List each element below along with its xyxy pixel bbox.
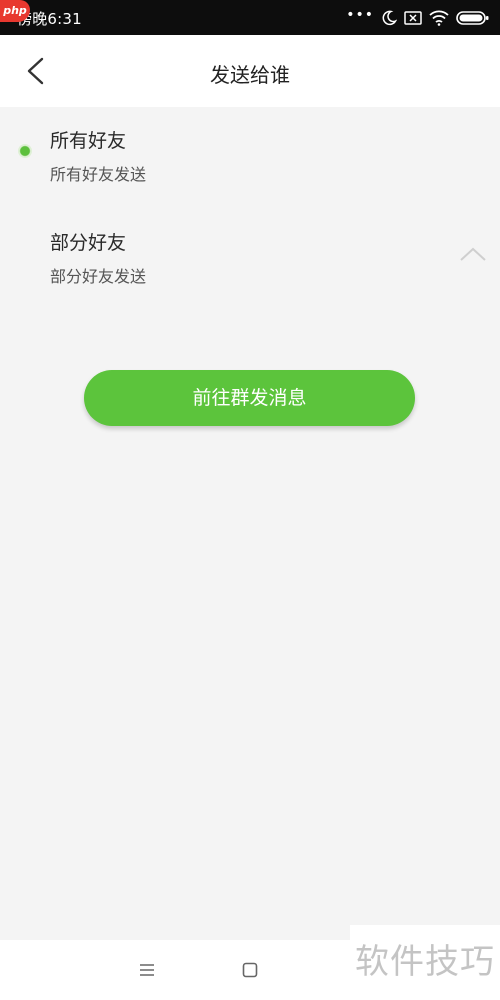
moon-icon: [382, 10, 397, 26]
menu-icon[interactable]: [137, 960, 157, 980]
php-badge: php: [0, 0, 30, 22]
option-some-friends[interactable]: 部分好友 部分好友发送: [0, 212, 500, 308]
option-subtitle: 部分好友发送: [50, 267, 147, 286]
selected-radio-icon: [18, 144, 32, 158]
option-all-friends[interactable]: 所有好友 所有好友发送: [0, 110, 500, 206]
wifi-icon: [429, 10, 449, 26]
go-group-send-button[interactable]: 前往群发消息: [84, 370, 415, 426]
watermark: 软件技巧: [350, 925, 500, 1000]
more-dots-icon: •••: [346, 7, 374, 23]
header: 发送给谁: [0, 35, 500, 107]
sim-icon: [404, 11, 422, 25]
option-subtitle: 所有好友发送: [50, 165, 147, 184]
status-icons: •••: [346, 8, 490, 28]
status-bar: 傍晚6:31 php •••: [0, 0, 500, 35]
home-icon[interactable]: [240, 960, 260, 980]
battery-icon: [456, 11, 489, 25]
chevron-up-icon[interactable]: [460, 246, 486, 262]
option-title: 部分好友: [50, 232, 127, 254]
page-title: 发送给谁: [210, 63, 290, 87]
option-title: 所有好友: [50, 130, 127, 152]
